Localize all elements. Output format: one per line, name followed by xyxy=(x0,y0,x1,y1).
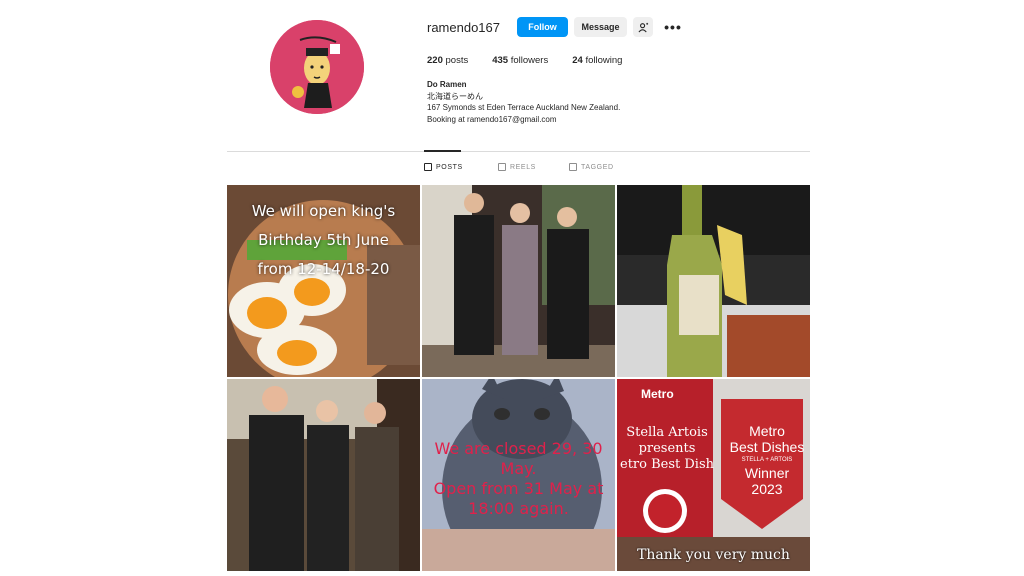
overlay-line: Birthday 5th June xyxy=(258,231,389,249)
post-thumbnail[interactable] xyxy=(227,379,420,571)
bio-line: Booking at ramendo167@gmail.com xyxy=(427,114,557,124)
badge-line: Best Dishes xyxy=(729,439,805,455)
post-caption-overlay: We will open king's Birthday 5th June fr… xyxy=(227,197,420,284)
tab-label: POSTS xyxy=(436,163,463,171)
posts-label: posts xyxy=(445,55,469,66)
profile-divider xyxy=(227,151,810,152)
post-thumbnail[interactable]: We will open king's Birthday 5th June fr… xyxy=(227,185,420,377)
suggest-button[interactable] xyxy=(633,17,653,37)
active-tab-indicator xyxy=(424,150,461,152)
overlay-line: Open from 31 May at xyxy=(433,479,604,498)
bio-line: 北海道らーめん xyxy=(427,91,483,101)
reels-icon xyxy=(498,163,506,171)
overlay-line: from 12-14/18-20 xyxy=(257,260,390,278)
badge-line: Metro xyxy=(749,423,785,439)
stella-line: etro Best Dish xyxy=(620,457,714,472)
stella-caption: Stella Artois presents etro Best Dish xyxy=(617,425,717,473)
followers-count: 435 xyxy=(492,55,509,66)
post-thumbnail[interactable]: Metro Stella Artois presents etro Best D… xyxy=(617,379,810,571)
following-count: 24 xyxy=(572,55,583,66)
post-thumbnail[interactable] xyxy=(422,185,615,377)
overlay-line: 18:00 again. xyxy=(468,499,569,518)
sake-bottle-image xyxy=(617,185,810,377)
stella-line: presents xyxy=(638,441,696,456)
grid-icon xyxy=(424,163,432,171)
tab-label: TAGGED xyxy=(581,163,614,171)
profile-display-name: Do Ramen xyxy=(427,80,467,89)
badge-line: 2023 xyxy=(751,481,783,497)
following-label: following xyxy=(585,55,623,66)
ramen-mascot-logo xyxy=(270,20,364,114)
overlay-line: May. xyxy=(500,459,537,478)
posts-grid: We will open king's Birthday 5th June fr… xyxy=(227,185,810,576)
people-photo-image xyxy=(422,185,615,377)
post-thumbnail[interactable]: We are closed 29, 30 May. Open from 31 M… xyxy=(422,379,615,571)
profile-tabs: POSTS REELS TAGGED xyxy=(0,163,1024,175)
tab-posts[interactable]: POSTS xyxy=(424,163,463,171)
badge-line: Winner xyxy=(744,465,790,481)
stella-line: Stella Artois xyxy=(626,425,708,440)
following-stat[interactable]: 24 following xyxy=(572,55,622,66)
tab-reels[interactable]: REELS xyxy=(498,163,536,171)
tab-tagged[interactable]: TAGGED xyxy=(569,163,614,171)
restaurant-guests-image xyxy=(227,379,420,571)
award-badge: Metro Best Dishes STELLA + ARTOIS Winner… xyxy=(727,423,807,497)
metro-label: Metro xyxy=(641,387,674,401)
badge-line: STELLA + ARTOIS xyxy=(741,457,793,463)
thanks-caption: Thank you very much xyxy=(637,547,790,563)
followers-label: followers xyxy=(510,55,549,66)
tab-label: REELS xyxy=(510,163,536,171)
post-caption-overlay: We are closed 29, 30 May. Open from 31 M… xyxy=(422,439,615,519)
followers-stat[interactable]: 435 followers xyxy=(492,55,548,66)
profile-username: ramendo167 xyxy=(427,19,500,35)
bio-line: 167 Symonds st Eden Terrace Auckland New… xyxy=(427,103,621,112)
overlay-line: We are closed 29, 30 xyxy=(434,439,603,458)
add-person-icon xyxy=(637,22,648,32)
follow-button[interactable]: Follow xyxy=(517,17,568,37)
posts-count: 220 xyxy=(427,55,443,66)
profile-bio: Do Ramen 北海道らーめん 167 Symonds st Eden Ter… xyxy=(427,79,620,125)
message-button[interactable]: Message xyxy=(574,17,627,37)
posts-stat: 220 posts xyxy=(427,55,468,66)
tagged-icon xyxy=(569,163,577,171)
avatar[interactable] xyxy=(270,20,364,114)
post-thumbnail[interactable] xyxy=(617,185,810,377)
overlay-line: We will open king's xyxy=(251,202,396,220)
more-options-icon[interactable]: ••• xyxy=(663,17,683,37)
